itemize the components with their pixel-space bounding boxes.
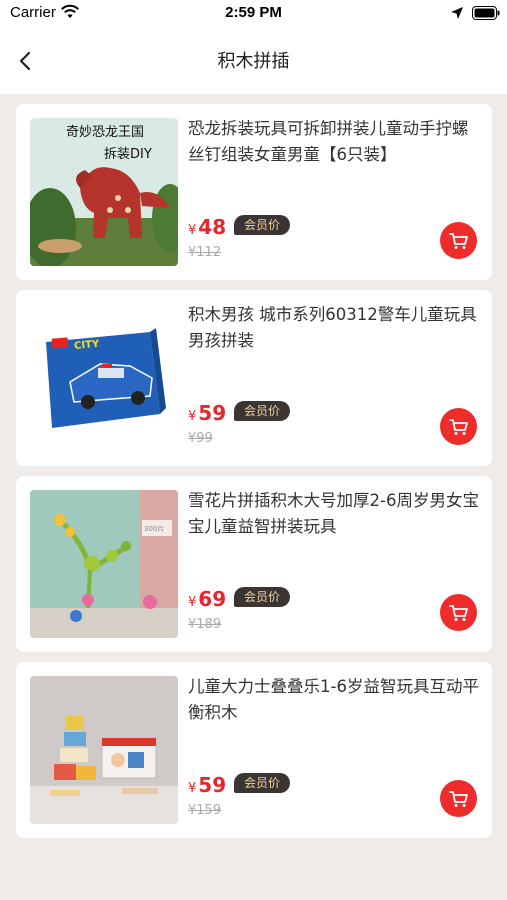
status-bar: Carrier 2:59 PM (0, 0, 507, 26)
product-image-police-car[interactable]: CITY (30, 304, 178, 452)
image-caption: 奇妙恐龙王国 (66, 124, 144, 140)
member-price-badge: 会员价 (234, 773, 291, 793)
original-price: ¥112 (188, 245, 222, 260)
location-arrow-icon (450, 6, 464, 20)
price-value: 69 (198, 587, 227, 611)
cart-icon (448, 232, 468, 249)
page-title: 积木拼插 (217, 51, 290, 72)
product-price: ¥48 (188, 215, 226, 239)
member-price-badge: 会员价 (234, 587, 291, 607)
add-to-cart-button[interactable] (440, 594, 477, 631)
cart-icon (448, 790, 468, 807)
product-card[interactable]: CITY 积木男孩 城市系列60312警车儿童玩具男孩拼装 ¥59 会员价 ¥9… (16, 290, 492, 466)
product-title[interactable]: 积木男孩 城市系列60312警车儿童玩具男孩拼装 (188, 302, 480, 354)
currency-symbol: ¥ (188, 781, 197, 796)
cart-icon (448, 418, 468, 435)
currency-symbol: ¥ (188, 223, 197, 238)
member-price-badge: 会员价 (234, 401, 291, 421)
member-price-badge: 会员价 (234, 215, 291, 235)
navigation-bar: 积木拼插 (0, 26, 507, 94)
image-caption: CITY (74, 339, 101, 352)
battery-icon (472, 6, 500, 20)
product-price: ¥59 (188, 773, 226, 797)
product-image-balance-blocks[interactable] (30, 676, 178, 824)
currency-symbol: ¥ (188, 409, 197, 424)
original-price: ¥99 (188, 431, 213, 446)
product-card[interactable]: 奇妙恐龙王国 拆装DIY 恐龙拆装玩具可拆卸拼装儿童动手拧螺丝钉组装女童男童【6… (16, 104, 492, 280)
product-title[interactable]: 儿童大力士叠叠乐1-6岁益智玩具互动平衡积木 (188, 674, 480, 726)
original-price: ¥189 (188, 617, 222, 632)
price-value: 48 (198, 215, 227, 239)
price-value: 59 (198, 773, 227, 797)
product-image-dinosaur[interactable]: 奇妙恐龙王国 拆装DIY (30, 118, 178, 266)
product-title[interactable]: 恐龙拆装玩具可拆卸拼装儿童动手拧螺丝钉组装女童男童【6只装】 (188, 116, 480, 168)
product-card[interactable]: 儿童大力士叠叠乐1-6岁益智玩具互动平衡积木 ¥59 会员价 ¥159 (16, 662, 492, 838)
currency-symbol: ¥ (188, 595, 197, 610)
cart-icon (448, 604, 468, 621)
image-caption: 拆装DIY (104, 147, 152, 162)
product-list: 奇妙恐龙王国 拆装DIY 恐龙拆装玩具可拆卸拼装儿童动手拧螺丝钉组装女童男童【6… (16, 104, 492, 848)
product-price: ¥69 (188, 587, 226, 611)
price-value: 59 (198, 401, 227, 425)
add-to-cart-button[interactable] (440, 780, 477, 817)
product-image-snowflake-blocks[interactable]: 300片 (30, 490, 178, 638)
clock: 2:59 PM (225, 4, 282, 21)
product-card[interactable]: 300片 雪花片拼插积木大号加厚2-6周岁男女宝宝儿童益智拼装玩具 ¥69 会员… (16, 476, 492, 652)
product-price: ¥59 (188, 401, 226, 425)
add-to-cart-button[interactable] (440, 408, 477, 445)
original-price: ¥159 (188, 803, 222, 818)
add-to-cart-button[interactable] (440, 222, 477, 259)
image-caption: 300片 (144, 524, 164, 533)
product-title[interactable]: 雪花片拼插积木大号加厚2-6周岁男女宝宝儿童益智拼装玩具 (188, 488, 480, 540)
